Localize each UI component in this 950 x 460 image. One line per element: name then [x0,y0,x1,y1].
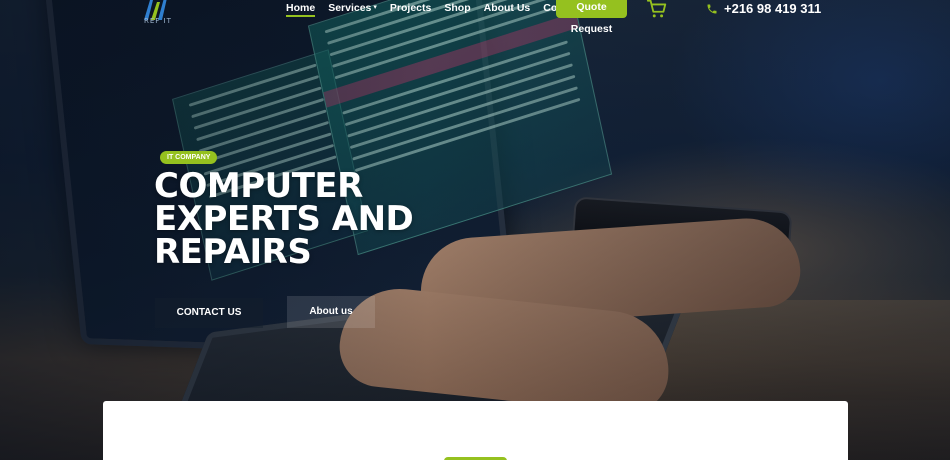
hero-headline: COMPUTER EXPERTS AND REPAIRS [154,169,474,272]
quote-request-button[interactable]: Quote Request [556,0,627,35]
nav-item-home[interactable]: Home [286,2,316,17]
contact-us-button[interactable]: CONTACT US [155,298,263,328]
headline-line: REPAIRS [154,232,312,272]
category-badge: IT COMPANY [160,151,218,164]
nav-item-projects[interactable]: Projects [390,2,431,14]
chevron-down-icon: ▾ [373,4,377,11]
phone-icon [707,4,717,13]
hero-overlay [0,0,950,460]
cart-icon[interactable] [646,0,668,20]
nav-item-services[interactable]: Services ▾ [328,2,377,14]
content-card [103,401,848,460]
main-nav: Home Services▾ Projects Shop About Us Co… [286,2,601,17]
nav-item-label: Services [328,2,372,14]
about-us-button[interactable]: About us [287,296,375,328]
logo-text: REF IT [144,17,172,25]
nav-item-about-us[interactable]: About Us [484,2,531,14]
phone-number: +216 98 419 311 [724,1,822,16]
phone-link[interactable]: +216 98 419 311 [706,1,821,16]
nav-item-shop[interactable]: Shop [444,2,470,14]
